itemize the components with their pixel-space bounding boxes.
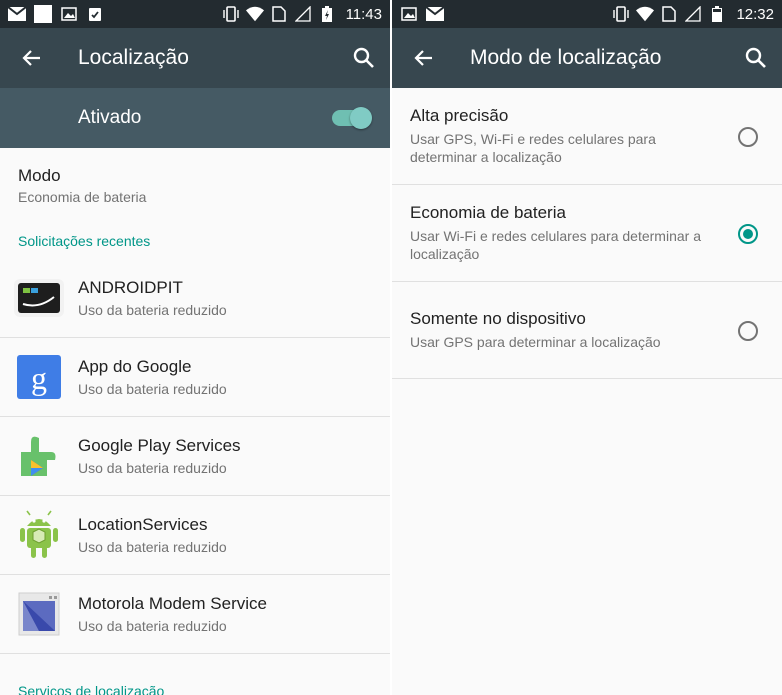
app-name: Motorola Modem Service xyxy=(78,594,267,613)
sim-icon xyxy=(270,6,288,22)
app-status: Uso da bateria reduzido xyxy=(78,302,227,318)
clipboard-check-icon xyxy=(86,6,104,22)
mode-title: Modo xyxy=(18,166,61,185)
location-settings-screen: 11:43 Localização Ativado Modo Economia … xyxy=(0,0,390,695)
motorola-icon xyxy=(0,575,78,654)
signal-icon xyxy=(684,6,702,22)
mode-preference[interactable]: Modo Economia de bateria xyxy=(0,148,390,223)
battery-charging-icon xyxy=(318,6,336,22)
option-battery-saving[interactable]: Economia de bateria Usar Wi-Fi e redes c… xyxy=(392,185,782,282)
wifi-icon xyxy=(636,6,655,22)
app-bar: Modo de localização xyxy=(392,28,782,88)
back-arrow-icon[interactable] xyxy=(392,28,454,88)
option-title: Economia de bateria xyxy=(410,203,566,222)
app-bar: Localização xyxy=(0,28,390,88)
app-name: LocationServices xyxy=(78,515,208,534)
wifi-icon xyxy=(245,6,264,22)
signal-icon xyxy=(294,6,312,22)
image-icon xyxy=(60,6,78,22)
blank-notification-icon xyxy=(34,5,52,23)
app-status: Uso da bateria reduzido xyxy=(78,539,227,555)
list-item-google-play-services[interactable]: Google Play Services Uso da bateria redu… xyxy=(0,417,390,496)
option-title: Somente no dispositivo xyxy=(410,309,586,328)
page-title: Localização xyxy=(78,46,189,69)
back-arrow-icon[interactable] xyxy=(0,28,62,88)
sim-icon xyxy=(660,6,678,22)
status-bar: 11:43 xyxy=(0,0,390,28)
location-toggle[interactable] xyxy=(332,107,372,129)
recent-requests-header: Solicitações recentes xyxy=(18,233,151,249)
radio-button[interactable] xyxy=(738,321,758,341)
list-item-motorola-modem-service[interactable]: Motorola Modem Service Uso da bateria re… xyxy=(0,575,390,654)
app-status: Uso da bateria reduzido xyxy=(78,618,227,634)
status-time: 12:32 xyxy=(736,5,774,23)
location-master-switch-bar[interactable]: Ativado xyxy=(0,88,390,148)
svg-text:g: g xyxy=(31,360,47,396)
status-bar: 12:32 xyxy=(392,0,782,28)
option-description: Usar GPS para determinar a localização xyxy=(410,334,661,350)
vibrate-icon xyxy=(612,6,630,22)
google-icon: g xyxy=(0,338,78,417)
image-icon xyxy=(400,6,418,22)
option-description: Usar GPS, Wi-Fi e redes celulares para d… xyxy=(410,131,656,165)
search-icon[interactable] xyxy=(352,46,376,70)
radio-button-selected[interactable] xyxy=(738,224,758,244)
option-title: Alta precisão xyxy=(410,106,509,125)
switch-label: Ativado xyxy=(78,107,142,128)
battery-icon xyxy=(708,6,726,22)
page-title: Modo de localização xyxy=(470,46,662,69)
list-item-app-do-google[interactable]: g App do Google Uso da bateria reduzido xyxy=(0,338,390,417)
list-item-androidpit[interactable]: ANDROIDPIT Uso da bateria reduzido xyxy=(0,259,390,338)
mode-value: Economia de bateria xyxy=(18,189,147,205)
radio-button[interactable] xyxy=(738,127,758,147)
app-name: Google Play Services xyxy=(78,436,241,455)
list-item-locationservices[interactable]: LocationServices Uso da bateria reduzido xyxy=(0,496,390,575)
option-device-only[interactable]: Somente no dispositivo Usar GPS para det… xyxy=(392,282,782,379)
toggle-knob xyxy=(350,107,372,129)
location-mode-screen: 12:32 Modo de localização Alta precisão … xyxy=(392,0,782,695)
search-icon[interactable] xyxy=(744,46,768,70)
location-services-header: Serviços de localização xyxy=(18,683,165,695)
option-description: Usar Wi-Fi e redes celulares para determ… xyxy=(410,228,701,262)
option-high-accuracy[interactable]: Alta precisão Usar GPS, Wi-Fi e redes ce… xyxy=(392,88,782,185)
app-name: ANDROIDPIT xyxy=(78,278,183,297)
gmail-icon xyxy=(8,6,26,22)
vibrate-icon xyxy=(222,6,240,22)
status-time: 11:43 xyxy=(345,5,382,23)
android-icon xyxy=(0,496,78,575)
app-status: Uso da bateria reduzido xyxy=(78,460,227,476)
play-services-icon xyxy=(0,417,78,496)
gmail-icon xyxy=(426,6,444,22)
app-name: App do Google xyxy=(78,357,192,376)
androidpit-icon xyxy=(0,259,78,338)
app-status: Uso da bateria reduzido xyxy=(78,381,227,397)
